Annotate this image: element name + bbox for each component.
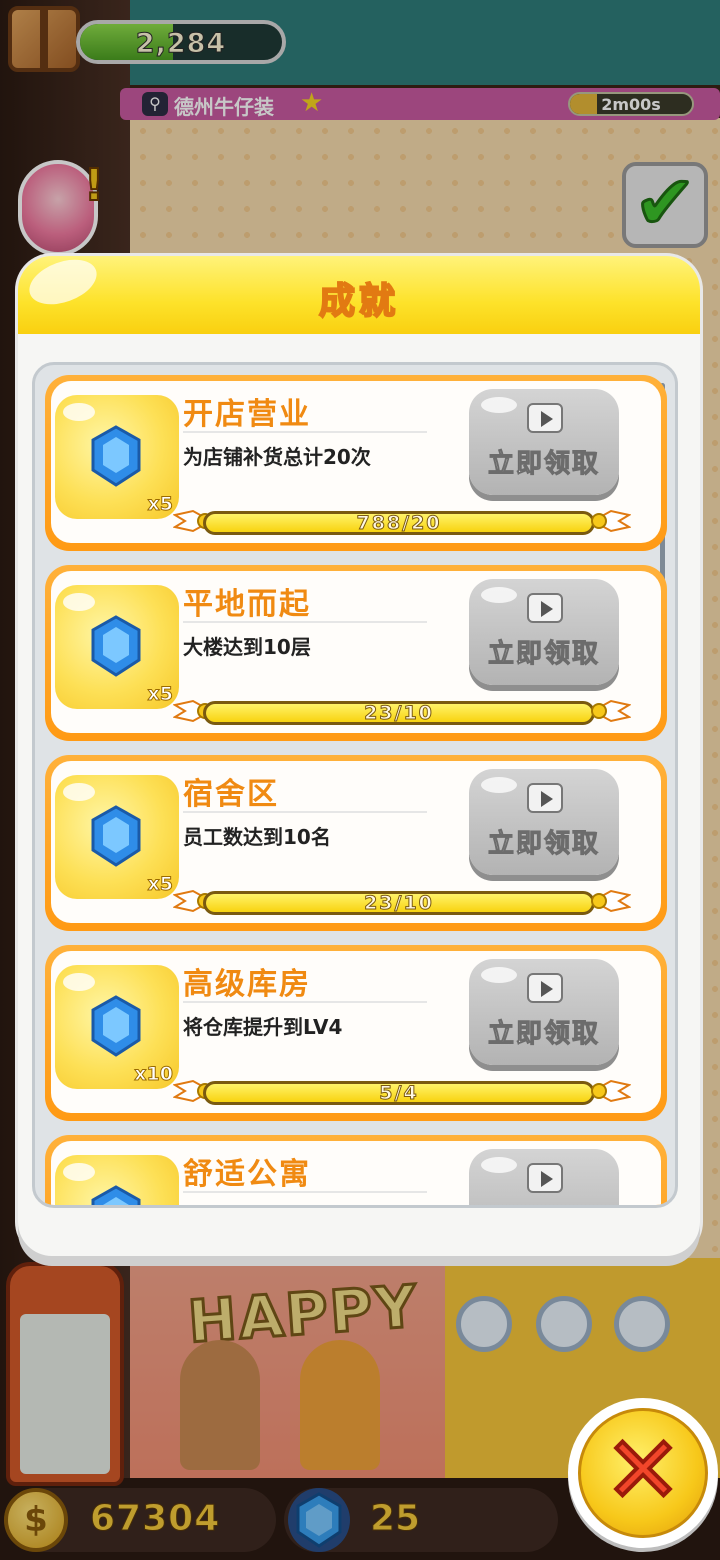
divider	[183, 1191, 427, 1193]
gem-icon	[91, 425, 141, 487]
achievements-modal: 成就 x5 开店营业 为店铺补货总计20次 立即领取 788/20 x5 平地而…	[18, 251, 700, 1256]
wing-right-icon	[591, 1079, 631, 1103]
achievement-card: x5 宿舍区 员工数达到10名 立即领取 23/10	[45, 755, 667, 931]
reward-shine	[63, 403, 95, 421]
reward-shine	[63, 593, 95, 611]
video-play-icon	[527, 593, 563, 623]
video-play-icon	[527, 1163, 563, 1193]
claim-button-label: 立即领取	[487, 639, 600, 670]
achievement-title: 平地而起	[183, 587, 311, 622]
progress-value: 788/20	[356, 512, 442, 534]
progress-value: 23/10	[364, 702, 434, 724]
video-play-icon	[527, 783, 563, 813]
button-shine	[481, 1157, 517, 1173]
achievement-card: x5 平地而起 大楼达到10层 立即领取 23/10	[45, 565, 667, 741]
wing-right-icon	[591, 889, 631, 913]
button-shine	[481, 397, 517, 413]
divider	[183, 1001, 427, 1003]
reward-count: x10	[134, 1063, 174, 1086]
gem-icon	[91, 805, 141, 867]
achievement-description: 为店铺补货总计20次	[183, 445, 371, 469]
achievement-title: 舒适公寓	[183, 1157, 311, 1192]
reward-shine	[63, 1163, 95, 1181]
achievement-card: x5 开店营业 为店铺补货总计20次 立即领取 788/20	[45, 375, 667, 551]
reward-count: x5	[147, 683, 174, 706]
claim-reward-button[interactable]: 立即领取	[469, 769, 619, 875]
gem-icon	[91, 615, 141, 677]
achievement-card: x10 高级库房 将仓库提升到LV4 立即领取 5/4	[45, 945, 667, 1121]
wing-right-icon	[591, 509, 631, 533]
achievement-progress-bar: 23/10	[203, 701, 595, 725]
modal-title: 成就	[318, 280, 399, 323]
close-icon: ✕	[602, 1417, 683, 1524]
achievement-description: 员工数达到10名	[183, 825, 331, 849]
achievement-title: 宿舍区	[183, 777, 279, 812]
divider	[183, 621, 427, 623]
achievement-progress-bar: 5/4	[203, 1081, 595, 1105]
modal-header: 成就	[18, 251, 700, 334]
reward-count: x5	[147, 493, 174, 516]
claim-button-label: 立即领取	[487, 829, 600, 860]
button-shine	[481, 587, 517, 603]
gem-icon	[91, 1185, 141, 1205]
close-button-face: ✕	[578, 1408, 708, 1538]
reward-tile: x5	[55, 395, 179, 519]
achievement-title: 开店营业	[183, 397, 311, 432]
reward-tile: x5	[55, 775, 179, 899]
video-play-icon	[527, 973, 563, 1003]
reward-tile: x5	[55, 585, 179, 709]
achievement-progress-bar: 23/10	[203, 891, 595, 915]
claim-button-label: 立即领取	[487, 1019, 600, 1050]
claim-reward-button[interactable]: 立即领取	[469, 389, 619, 495]
reward-count: x5	[147, 873, 174, 896]
divider	[183, 811, 427, 813]
progress-value: 5/4	[379, 1082, 419, 1104]
achievement-list[interactable]: x5 开店营业 为店铺补货总计20次 立即领取 788/20 x5 平地而起 大…	[32, 362, 678, 1208]
achievement-title: 高级库房	[183, 967, 311, 1002]
claim-reward-button[interactable]	[469, 1149, 619, 1205]
gem-icon	[91, 995, 141, 1057]
button-shine	[481, 967, 517, 983]
reward-shine	[63, 783, 95, 801]
reward-shine	[63, 973, 95, 991]
claim-button-label: 立即领取	[487, 449, 600, 480]
wing-right-icon	[591, 699, 631, 723]
claim-reward-button[interactable]: 立即领取	[469, 959, 619, 1065]
reward-tile	[55, 1155, 179, 1205]
claim-reward-button[interactable]: 立即领取	[469, 579, 619, 685]
divider	[183, 431, 427, 433]
video-play-icon	[527, 403, 563, 433]
achievement-progress-bar: 788/20	[203, 511, 595, 535]
achievement-description: 将仓库提升到LV4	[183, 1015, 343, 1039]
close-button[interactable]: ✕	[568, 1398, 718, 1548]
reward-tile: x10	[55, 965, 179, 1089]
button-shine	[481, 777, 517, 793]
achievement-card: 舒适公寓	[45, 1135, 667, 1205]
progress-value: 23/10	[364, 892, 434, 914]
achievement-description: 大楼达到10层	[183, 635, 311, 659]
